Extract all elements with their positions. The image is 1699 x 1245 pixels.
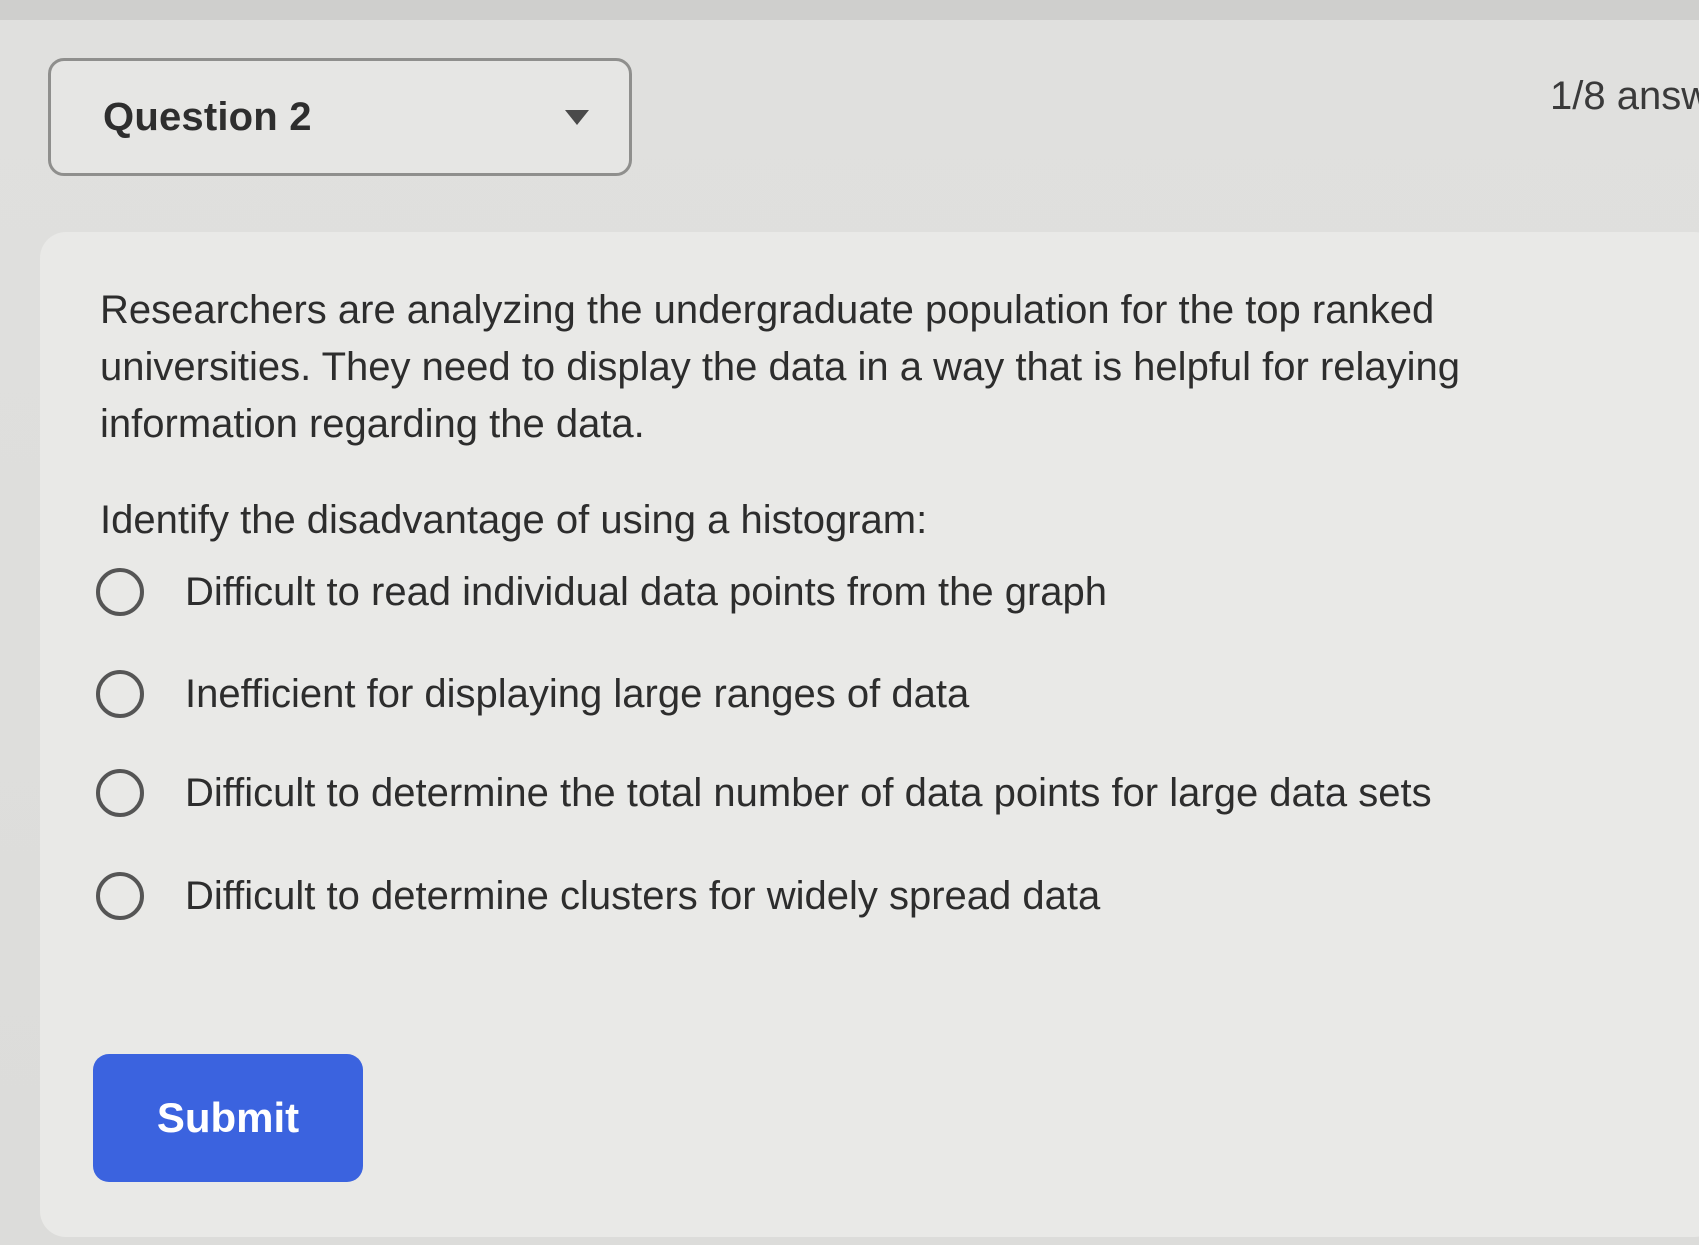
answer-option-label[interactable]: Inefficient for displaying large ranges … [185, 672, 969, 717]
answer-option-1[interactable]: Difficult to read individual data points… [96, 562, 1107, 622]
answer-option-label[interactable]: Difficult to determine the total number … [185, 771, 1432, 816]
radio-unchecked-icon[interactable] [96, 872, 144, 920]
top-edge [0, 0, 1699, 20]
radio-unchecked-icon[interactable] [96, 670, 144, 718]
chevron-down-icon[interactable] [565, 110, 589, 125]
question-selector-label: Question 2 [103, 94, 312, 139]
radio-unchecked-icon[interactable] [96, 568, 144, 616]
radio-unchecked-icon[interactable] [96, 769, 144, 817]
answered-count: 1/8 answ [1550, 74, 1699, 118]
answer-option-4[interactable]: Difficult to determine clusters for wide… [96, 866, 1100, 926]
answer-option-label[interactable]: Difficult to determine clusters for wide… [185, 874, 1100, 919]
question-selector-dropdown[interactable]: Question 2 [48, 58, 632, 176]
answer-option-label[interactable]: Difficult to read individual data points… [185, 570, 1107, 615]
answer-option-3[interactable]: Difficult to determine the total number … [96, 763, 1432, 823]
question-prompt: Identify the disadvantage of using a his… [100, 498, 928, 542]
answer-option-2[interactable]: Inefficient for displaying large ranges … [96, 664, 969, 724]
question-body: Researchers are analyzing the undergradu… [100, 288, 1461, 446]
submit-button[interactable]: Submit [93, 1054, 363, 1182]
